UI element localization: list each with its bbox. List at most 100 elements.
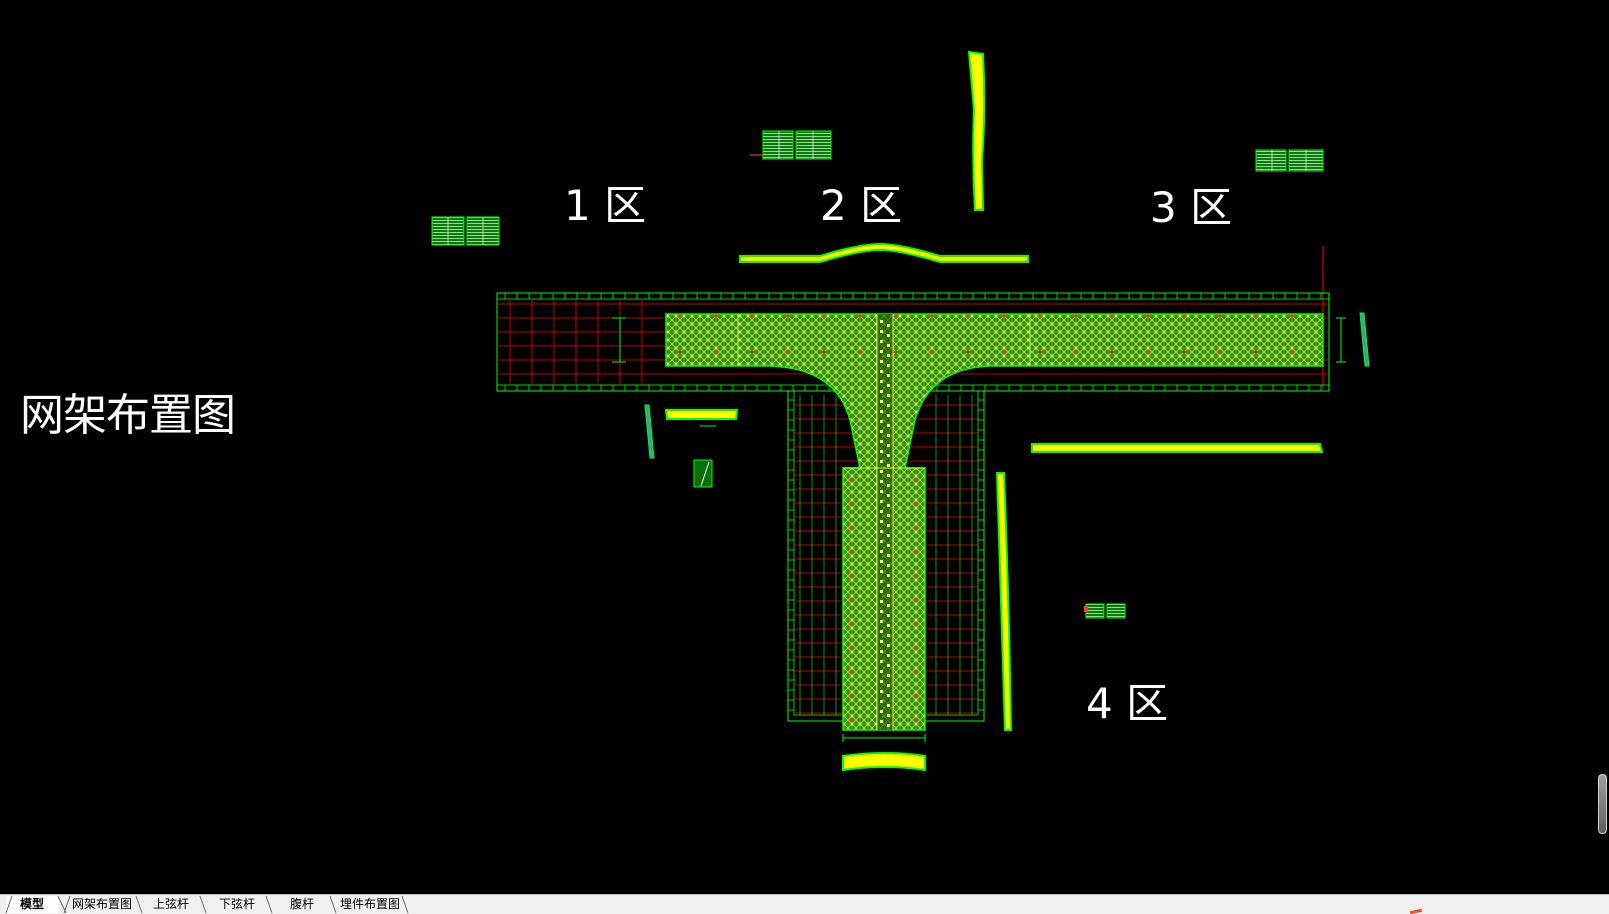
drawing-canvas[interactable]: 网架布置图 1 区 2 区 3 区 4 区 (0, 0, 1609, 894)
center-node (880, 420, 883, 423)
center-node (887, 484, 890, 487)
center-node (880, 480, 883, 483)
node-marker (914, 526, 918, 530)
center-node (880, 600, 883, 603)
node-marker (786, 350, 790, 354)
center-node (887, 434, 890, 437)
node-marker (1038, 314, 1042, 318)
table-block-lower-right[interactable] (1084, 603, 1126, 619)
curved-profile-top[interactable] (739, 242, 1029, 263)
center-node (887, 694, 890, 697)
node-marker (714, 314, 718, 318)
center-node (887, 524, 890, 527)
zone-label-3: 3 区 (1150, 183, 1232, 232)
center-node (887, 564, 890, 567)
vertical-profile-lower[interactable] (995, 472, 1013, 731)
node-marker (914, 478, 918, 482)
space-frame-mesh[interactable] (665, 313, 1324, 731)
node-marker (1218, 314, 1222, 318)
center-node (880, 410, 883, 413)
node-marker (858, 314, 862, 318)
center-node (887, 424, 890, 427)
tab-embedded-parts-layout[interactable]: 埋件布置图 (334, 896, 406, 913)
node-marker (850, 694, 854, 698)
center-node (880, 660, 883, 663)
center-node (880, 350, 883, 353)
center-node (880, 320, 883, 323)
node-marker (1254, 350, 1258, 354)
center-node (887, 364, 890, 367)
center-node (887, 354, 890, 357)
drawing-svg[interactable]: 网架布置图 1 区 2 区 3 区 4 区 (0, 0, 1609, 894)
center-node (880, 620, 883, 623)
node-marker (914, 670, 918, 674)
center-node (887, 684, 890, 687)
center-node (880, 570, 883, 573)
node-marker (1146, 350, 1150, 354)
center-node (887, 474, 890, 477)
center-node (887, 634, 890, 637)
node-marker (914, 502, 918, 506)
center-node (880, 440, 883, 443)
center-node (887, 374, 890, 377)
center-node (887, 554, 890, 557)
center-node (887, 504, 890, 507)
node-marker (786, 314, 790, 318)
table-block-top-center[interactable] (750, 130, 832, 160)
node-markers (678, 314, 1294, 727)
center-node (887, 604, 890, 607)
long-profile-right[interactable] (1031, 443, 1324, 453)
node-marker (1146, 314, 1150, 318)
table-block-left[interactable] (431, 216, 500, 246)
node-marker (1290, 314, 1294, 318)
node-marker (850, 598, 854, 602)
node-marker (1254, 314, 1258, 318)
node-marker (914, 598, 918, 602)
vertical-scrollbar-thumb[interactable] (1598, 774, 1607, 834)
node-marker (914, 574, 918, 578)
center-node (880, 340, 883, 343)
center-node (880, 540, 883, 543)
center-node (887, 724, 890, 727)
center-node (880, 380, 883, 383)
center-node (887, 534, 890, 537)
small-detail-box[interactable] (693, 459, 713, 488)
center-node (887, 514, 890, 517)
node-marker (894, 350, 898, 354)
center-node (880, 450, 883, 453)
center-node (880, 680, 883, 683)
center-node (887, 324, 890, 327)
vertical-profile-top[interactable] (967, 50, 986, 211)
center-node (887, 594, 890, 597)
center-node (887, 574, 890, 577)
bottom-dimension-marks (842, 734, 926, 742)
center-node (887, 384, 890, 387)
node-marker (1074, 314, 1078, 318)
node-marker (822, 350, 826, 354)
center-node (887, 644, 890, 647)
center-node (887, 674, 890, 677)
center-node (880, 590, 883, 593)
center-node (880, 630, 883, 633)
center-node (880, 650, 883, 653)
node-marker (850, 574, 854, 578)
center-node (880, 530, 883, 533)
table-block-top-right[interactable] (1255, 149, 1324, 172)
node-marker (1038, 350, 1042, 354)
center-node (880, 700, 883, 703)
center-node (880, 670, 883, 673)
center-node (887, 464, 890, 467)
center-node (887, 704, 890, 707)
tab-space-frame-layout[interactable]: 网架布置图 (66, 896, 138, 913)
bottom-curved-profile[interactable] (842, 752, 926, 772)
node-marker (850, 622, 854, 626)
node-marker (822, 314, 826, 318)
node-marker (894, 314, 898, 318)
center-node (880, 720, 883, 723)
node-marker (930, 350, 934, 354)
center-node (887, 444, 890, 447)
center-node (887, 624, 890, 627)
node-marker (914, 646, 918, 650)
short-profile-left[interactable] (664, 409, 739, 427)
diagonal-profile-left[interactable] (644, 404, 655, 459)
